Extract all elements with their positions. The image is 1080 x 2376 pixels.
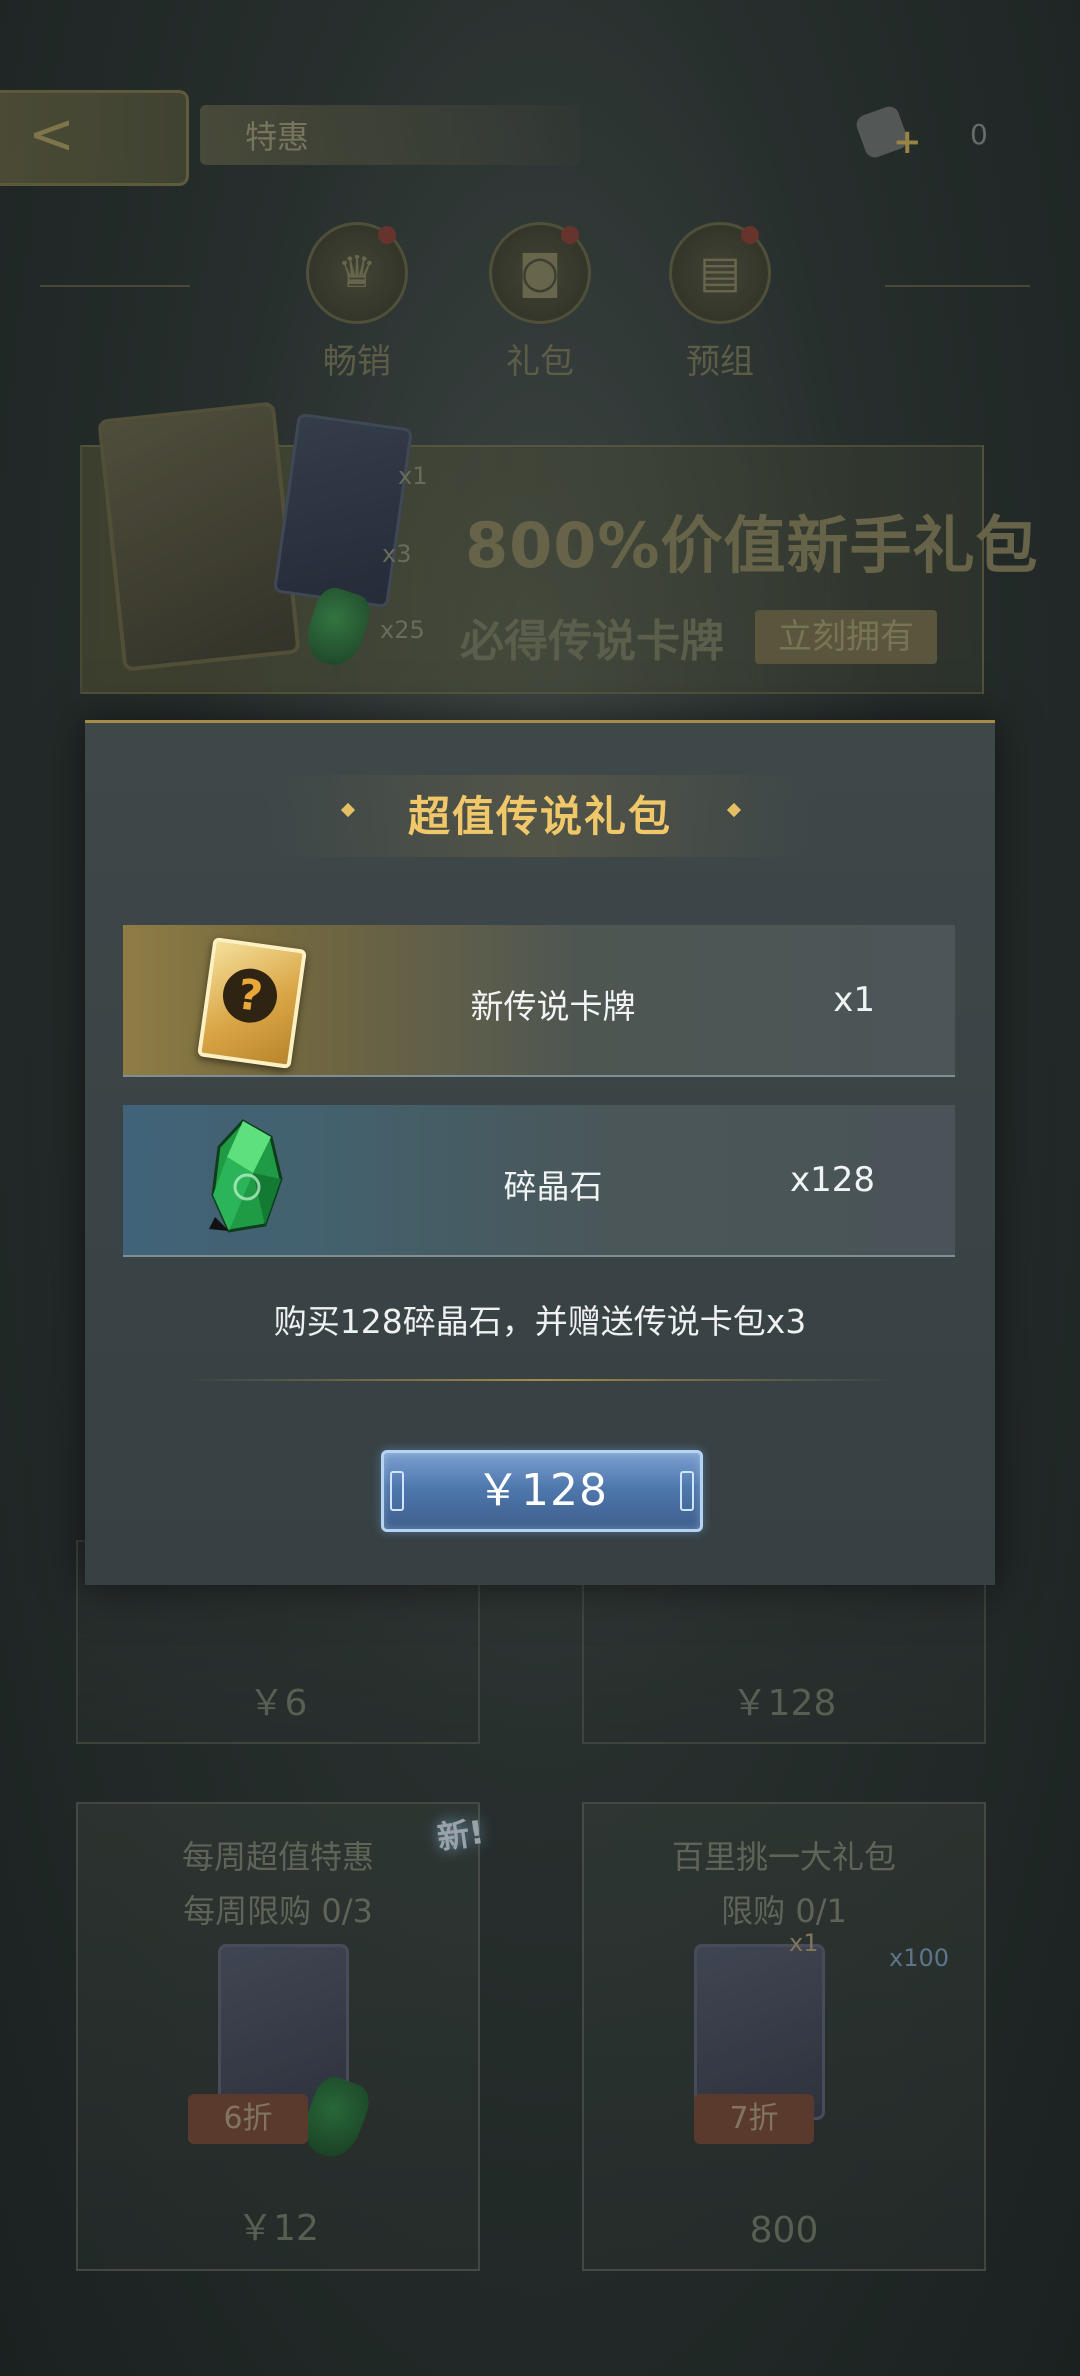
button-ornament-left bbox=[390, 1471, 404, 1511]
pack-description: 购买128碎晶石，并赠送传说卡包x3 bbox=[273, 1302, 807, 1341]
reward-row-legend-card: ? 新传说卡牌 x1 bbox=[123, 925, 955, 1077]
reward-qty: x1 bbox=[833, 980, 875, 1020]
reward-name: 新传说卡牌 bbox=[470, 987, 636, 1026]
button-ornament-right bbox=[680, 1471, 694, 1511]
legend-card-icon: ? bbox=[197, 937, 307, 1069]
dialog-title: 超值传说礼包 bbox=[407, 792, 672, 841]
legend-pack-dialog: 超值传说礼包 ? 新传说卡牌 x1 碎晶石 x128 购买128碎晶石，并赠送传… bbox=[85, 720, 995, 1585]
gold-divider bbox=[185, 1379, 895, 1381]
buy-button-label: ￥128 bbox=[476, 1465, 608, 1516]
crystal-gem-icon bbox=[209, 1119, 283, 1233]
reward-row-crystal: 碎晶石 x128 bbox=[123, 1105, 955, 1257]
buy-button[interactable]: ￥128 bbox=[381, 1450, 703, 1532]
reward-name: 碎晶石 bbox=[503, 1167, 603, 1206]
reward-qty: x128 bbox=[789, 1160, 875, 1200]
